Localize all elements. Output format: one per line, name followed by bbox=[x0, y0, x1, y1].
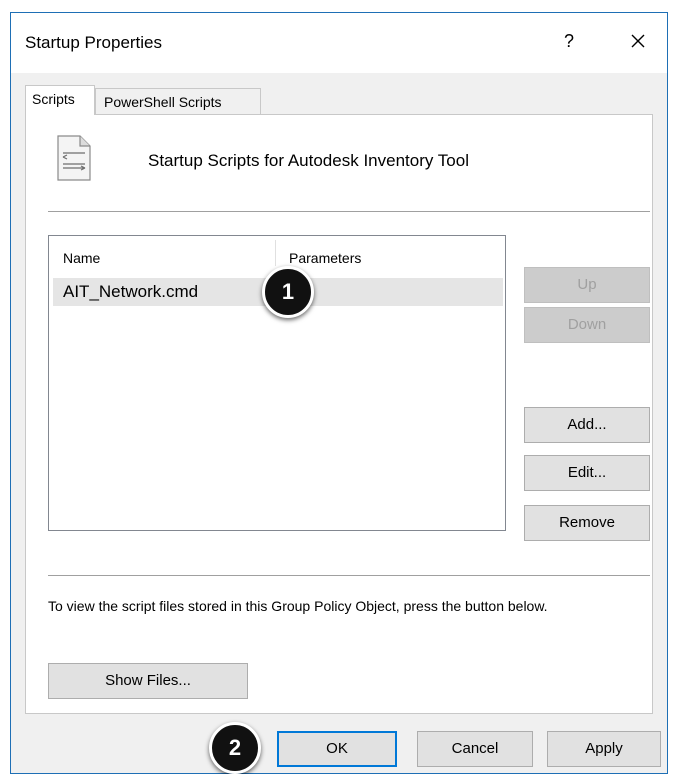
cancel-button[interactable]: Cancel bbox=[417, 731, 533, 767]
column-divider[interactable] bbox=[275, 240, 276, 266]
up-button[interactable]: Up bbox=[524, 267, 650, 303]
scripts-tab-panel: Startup Scripts for Autodesk Inventory T… bbox=[25, 114, 653, 714]
divider bbox=[48, 575, 650, 576]
ok-button[interactable]: OK bbox=[277, 731, 397, 767]
window-title: Startup Properties bbox=[25, 33, 163, 52]
column-header-name[interactable]: Name bbox=[63, 250, 100, 266]
tab-scripts[interactable]: Scripts bbox=[25, 85, 95, 115]
apply-button[interactable]: Apply bbox=[547, 731, 661, 767]
info-text: To view the script files stored in this … bbox=[48, 598, 548, 614]
divider bbox=[48, 211, 650, 212]
edit-button[interactable]: Edit... bbox=[524, 455, 650, 491]
column-header-parameters[interactable]: Parameters bbox=[289, 250, 361, 266]
title-bar: Startup Properties ? bbox=[11, 13, 667, 73]
startup-properties-dialog: Startup Properties ? Scripts PowerShell … bbox=[10, 12, 668, 774]
show-files-button[interactable]: Show Files... bbox=[48, 663, 248, 699]
tab-powershell-scripts[interactable]: PowerShell Scripts bbox=[95, 88, 261, 115]
add-button[interactable]: Add... bbox=[524, 407, 650, 443]
close-button[interactable] bbox=[623, 26, 653, 56]
close-icon bbox=[631, 34, 645, 48]
script-name-cell: AIT_Network.cmd bbox=[63, 282, 199, 301]
remove-button[interactable]: Remove bbox=[524, 505, 650, 541]
script-file-icon bbox=[57, 135, 91, 181]
callout-badge: 1 bbox=[262, 266, 314, 318]
panel-heading: Startup Scripts for Autodesk Inventory T… bbox=[148, 151, 469, 170]
callout-badge: 2 bbox=[209, 722, 261, 774]
down-button[interactable]: Down bbox=[524, 307, 650, 343]
help-button[interactable]: ? bbox=[557, 27, 581, 55]
